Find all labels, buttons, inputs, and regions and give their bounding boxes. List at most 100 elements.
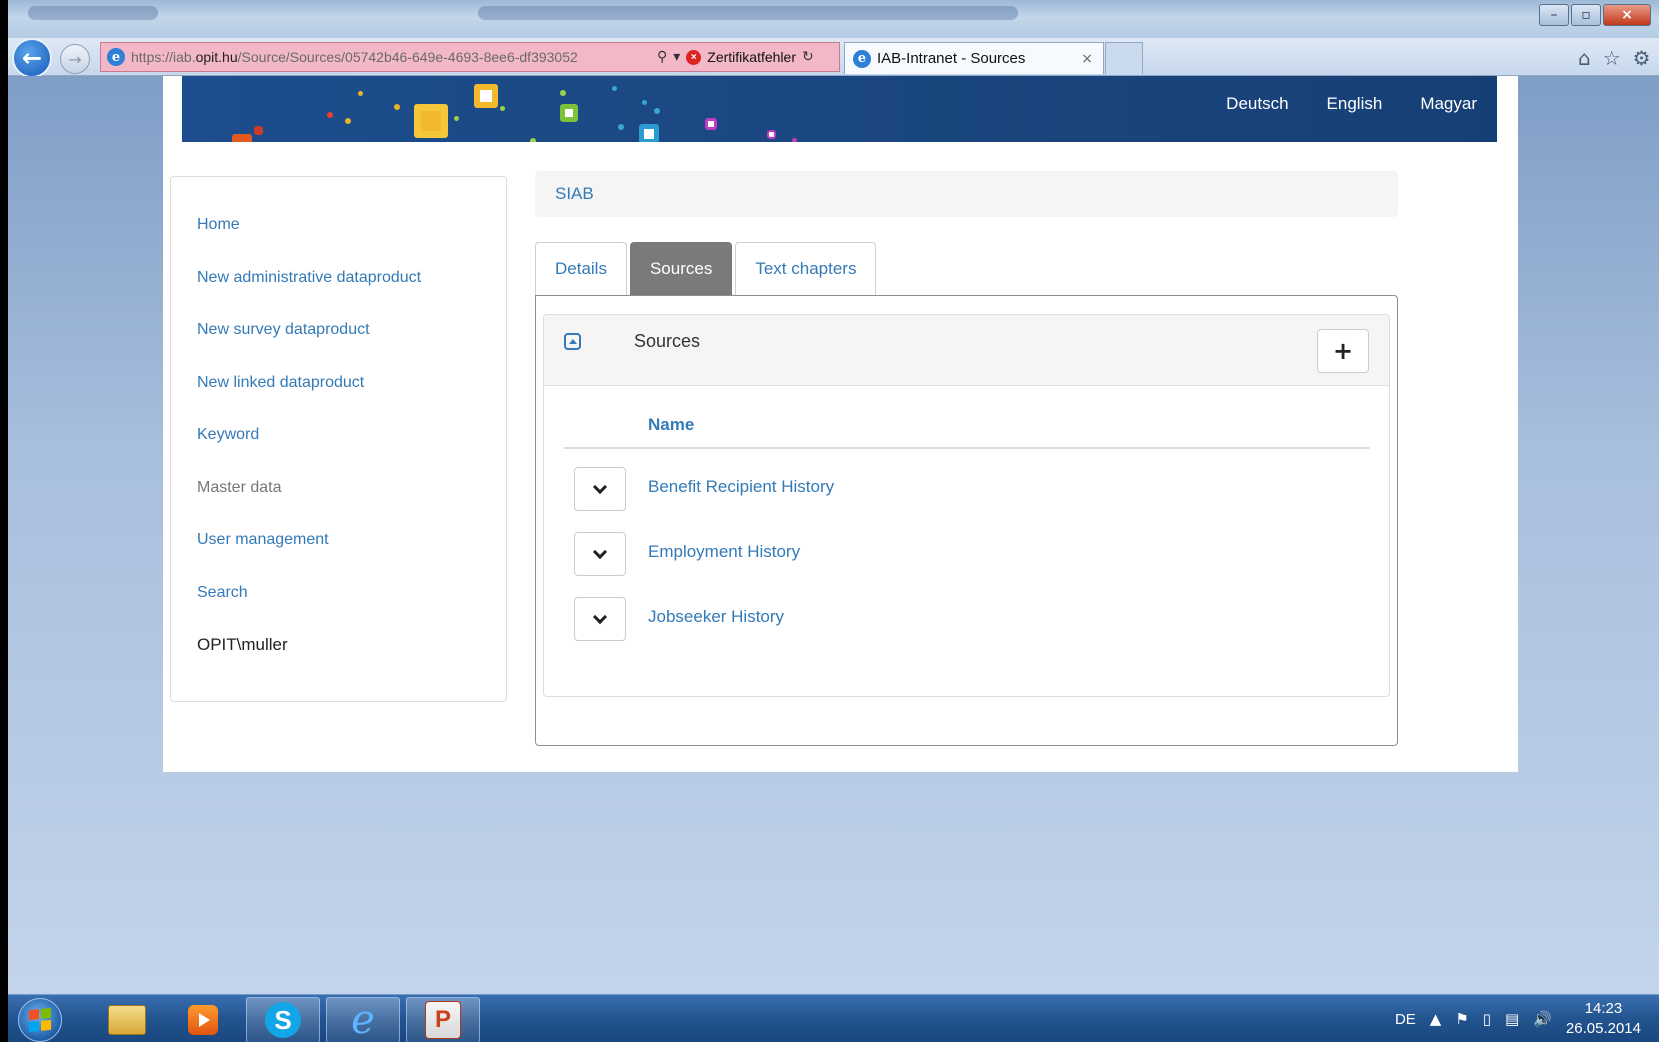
sidebar-item-new-administrative-dataproduct[interactable]: New administrative dataproduct xyxy=(171,252,506,305)
expand-row-button[interactable] xyxy=(574,532,626,576)
breadcrumb: SIAB xyxy=(535,171,1398,217)
expand-row-button[interactable] xyxy=(574,467,626,511)
volume-icon[interactable]: 🔊 xyxy=(1533,1010,1552,1028)
sources-panel-title: Sources xyxy=(634,331,701,351)
tab-title: IAB-Intranet - Sources xyxy=(877,50,1026,67)
skype-taskbar-button[interactable]: S xyxy=(246,997,320,1042)
lang-link-magyar[interactable]: Magyar xyxy=(1420,94,1477,114)
browser-tools: ⌂ ☆ ⚙ xyxy=(1578,46,1651,70)
certificate-error-label[interactable]: Zertifikatfehler xyxy=(707,49,796,65)
system-clock[interactable]: 14:23 26.05.2014 xyxy=(1566,999,1641,1039)
lang-link-english[interactable]: English xyxy=(1327,94,1383,114)
media-player-taskbar-button[interactable] xyxy=(166,997,240,1042)
action-center-flag-icon[interactable]: ⚑ xyxy=(1455,1010,1468,1028)
ie-page-icon: e xyxy=(107,48,125,66)
sidebar-item-home[interactable]: Home xyxy=(171,199,506,252)
home-icon[interactable]: ⌂ xyxy=(1578,46,1591,70)
media-player-icon xyxy=(188,1005,218,1035)
sidebar-item-label[interactable]: New administrative dataproduct xyxy=(197,269,421,287)
header-banner: Deutsch English Magyar xyxy=(182,76,1497,142)
sidebar-item-label[interactable]: Keyword xyxy=(197,426,259,444)
url-text[interactable]: https://iab.opit.hu/Source/Sources/05742… xyxy=(131,49,651,65)
name-column-label[interactable]: Name xyxy=(648,415,694,435)
lang-link-deutsch[interactable]: Deutsch xyxy=(1226,94,1288,114)
powerpoint-icon: P xyxy=(425,1001,461,1039)
ie-tab-icon: e xyxy=(853,49,871,68)
tab-text-chapters[interactable]: Text chapters xyxy=(735,242,877,295)
favorites-star-icon[interactable]: ☆ xyxy=(1603,46,1621,70)
expand-row-button[interactable] xyxy=(574,597,626,641)
windows-taskbar: S e P DE ▲ ⚑ ▯ ▤ 🔊 14:23 26.05.2014 xyxy=(8,994,1659,1042)
source-name-link[interactable]: Jobseeker History xyxy=(648,607,784,627)
maximize-button[interactable]: ▫ xyxy=(1571,4,1601,26)
chevron-down-icon xyxy=(592,479,608,494)
show-hidden-icons-icon[interactable]: ▲ xyxy=(1430,1010,1442,1028)
sidebar-item-keyword[interactable]: Keyword xyxy=(171,409,506,462)
clock-date: 26.05.2014 xyxy=(1565,1020,1641,1037)
chevron-down-icon xyxy=(592,609,608,624)
page-viewport: Deutsch English Magyar Home New administ… xyxy=(8,76,1659,994)
sidebar-item-master-data: Master data xyxy=(171,462,506,515)
window-titlebar: – ▫ × xyxy=(8,0,1659,40)
sources-panel: Sources + Name Benefit Recipient History… xyxy=(543,314,1390,697)
sidebar-item-search[interactable]: Search xyxy=(171,567,506,620)
chevron-down-icon xyxy=(592,544,608,559)
sidebar-item-label[interactable]: Search xyxy=(197,584,248,602)
tab-content-pane: Sources + Name Benefit Recipient History… xyxy=(535,295,1398,746)
source-row: Jobseeker History xyxy=(574,597,1334,641)
browser-navbar: ← → e https://iab.opit.hu/Source/Sources… xyxy=(8,38,1659,78)
settings-gear-icon[interactable]: ⚙ xyxy=(1633,46,1651,70)
source-row: Benefit Recipient History xyxy=(574,467,1334,511)
sidebar-item-label[interactable]: New linked dataproduct xyxy=(197,374,364,392)
name-column-header: Name xyxy=(564,411,1370,449)
collapse-toggle-icon[interactable] xyxy=(564,333,581,350)
language-switcher: Deutsch English Magyar xyxy=(1226,94,1477,114)
sources-panel-header: Sources + xyxy=(544,315,1389,386)
input-language-indicator[interactable]: DE xyxy=(1395,1011,1416,1028)
source-name-link[interactable]: Benefit Recipient History xyxy=(648,477,834,497)
dropdown-arrow-icon[interactable]: ▾ xyxy=(673,49,680,65)
battery-icon[interactable]: ▯ xyxy=(1483,1010,1491,1028)
tab-sources[interactable]: Sources xyxy=(629,242,733,295)
add-source-button[interactable]: + xyxy=(1317,329,1369,373)
page-container: Deutsch English Magyar Home New administ… xyxy=(163,76,1518,772)
breadcrumb-siab-link[interactable]: SIAB xyxy=(555,184,594,204)
back-button[interactable]: ← xyxy=(12,38,52,78)
sidebar-item-label[interactable]: User management xyxy=(197,531,329,549)
close-window-button[interactable]: × xyxy=(1603,4,1651,26)
folder-icon xyxy=(108,1005,146,1035)
refresh-icon[interactable]: ↻ xyxy=(802,49,814,65)
tab-close-icon[interactable]: × xyxy=(1081,51,1093,67)
powerpoint-taskbar-button[interactable]: P xyxy=(406,997,480,1042)
sidebar-item-new-survey-dataproduct[interactable]: New survey dataproduct xyxy=(171,304,506,357)
system-tray: DE ▲ ⚑ ▯ ▤ 🔊 14:23 26.05.2014 xyxy=(1395,995,1641,1042)
sidebar-current-user: OPIT\muller xyxy=(171,619,506,672)
new-tab-button[interactable] xyxy=(1105,42,1143,74)
sidebar-item-label[interactable]: New survey dataproduct xyxy=(197,321,370,339)
minimize-button[interactable]: – xyxy=(1539,4,1569,26)
sidebar-item-new-linked-dataproduct[interactable]: New linked dataproduct xyxy=(171,357,506,410)
content-tabs: Details Sources Text chapters xyxy=(535,242,877,295)
windows-logo-icon xyxy=(29,1007,51,1033)
skype-icon: S xyxy=(265,1002,301,1038)
forward-button[interactable]: → xyxy=(60,44,90,74)
sidebar-item-user-management[interactable]: User management xyxy=(171,514,506,567)
internet-explorer-icon: e xyxy=(351,997,375,1042)
address-bar[interactable]: e https://iab.opit.hu/Source/Sources/057… xyxy=(100,42,840,72)
source-name-link[interactable]: Employment History xyxy=(648,542,800,562)
certificate-error-icon[interactable]: × xyxy=(686,49,702,65)
start-button[interactable] xyxy=(18,998,62,1042)
left-edge xyxy=(0,0,8,1042)
clock-time: 14:23 xyxy=(1584,1000,1623,1017)
sidebar-nav: Home New administrative dataproduct New … xyxy=(170,176,507,702)
sidebar-item-label: Master data xyxy=(197,478,282,496)
search-icon[interactable]: ⚲ xyxy=(657,49,667,65)
browser-tab[interactable]: e IAB-Intranet - Sources × xyxy=(844,42,1104,74)
source-row: Employment History xyxy=(574,532,1334,576)
current-user-label: OPIT\muller xyxy=(197,635,288,655)
network-icon[interactable]: ▤ xyxy=(1505,1010,1519,1028)
ie-taskbar-button[interactable]: e xyxy=(326,997,400,1042)
sidebar-item-label[interactable]: Home xyxy=(197,216,240,234)
explorer-taskbar-button[interactable] xyxy=(90,997,164,1042)
tab-details[interactable]: Details xyxy=(535,242,627,295)
